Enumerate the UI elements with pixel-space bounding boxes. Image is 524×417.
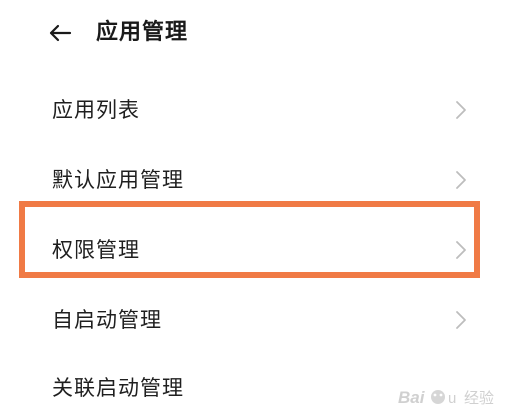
menu-item-app-list[interactable]: 应用列表 — [0, 80, 524, 140]
menu-item-label: 默认应用管理 — [52, 168, 184, 192]
chevron-right-icon — [456, 241, 466, 259]
menu-item-permissions[interactable]: 权限管理 — [0, 220, 524, 280]
baidu-jingyan-watermark: Bai u 经验 — [394, 383, 516, 411]
chevron-right-icon — [456, 171, 466, 189]
menu-item-label: 关联启动管理 — [52, 376, 184, 400]
menu-item-default-apps[interactable]: 默认应用管理 — [0, 150, 524, 210]
menu-item-autostart[interactable]: 自启动管理 — [0, 290, 524, 350]
chevron-right-icon — [456, 311, 466, 329]
header-bar: 应用管理 — [0, 0, 524, 70]
app-management-screen: 应用管理 应用列表 默认应用管理 权限管理 自启动管理 关联启动管理 Bai u… — [0, 0, 524, 417]
svg-text:u: u — [448, 390, 456, 407]
menu-item-label: 权限管理 — [52, 238, 140, 262]
page-title: 应用管理 — [96, 20, 189, 45]
menu-item-label: 应用列表 — [52, 98, 140, 122]
svg-text:经验: 经验 — [464, 389, 494, 407]
menu-item-label: 自启动管理 — [52, 308, 162, 332]
back-button[interactable] — [44, 18, 76, 48]
chevron-right-icon — [456, 101, 466, 119]
svg-text:Bai: Bai — [398, 388, 426, 407]
arrow-left-icon — [49, 24, 72, 42]
